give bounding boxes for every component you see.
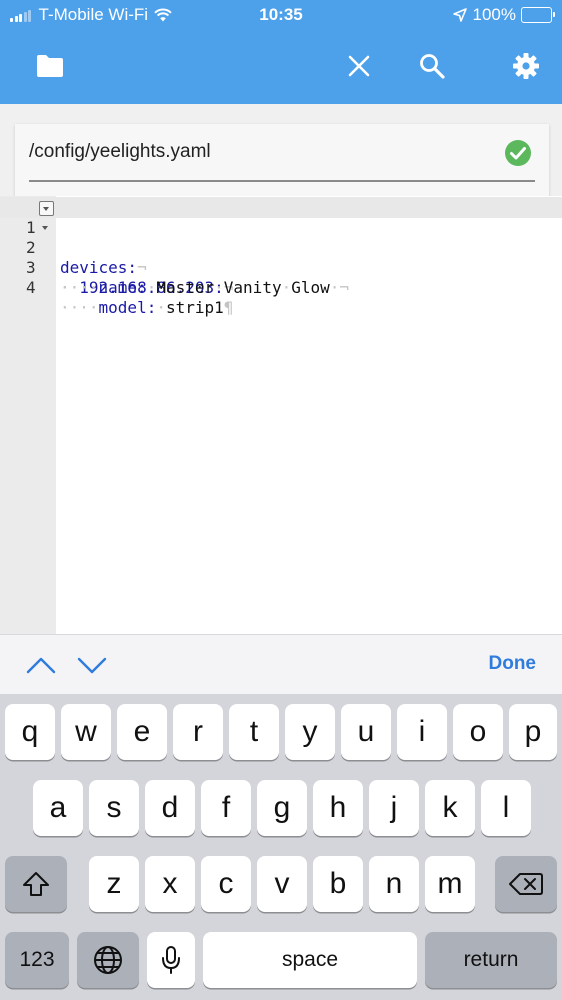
key-p[interactable]: p: [509, 704, 557, 760]
code-editor[interactable]: 1 devices:¬ 2 ··192.168.86.203:¬ 3 ····n…: [0, 196, 562, 634]
line-end-marker: ¶: [223, 298, 234, 317]
line-end-marker: ¬: [339, 278, 350, 297]
numbers-key[interactable]: 123: [5, 932, 69, 988]
key-k[interactable]: k: [425, 780, 475, 836]
check-circle-icon: [505, 140, 531, 166]
globe-key[interactable]: [77, 932, 139, 988]
yaml-value: strip1: [165, 298, 224, 317]
status-bar: T-Mobile Wi-Fi 10:35 100%: [0, 0, 562, 30]
key-q[interactable]: q: [5, 704, 55, 760]
shift-key[interactable]: [5, 856, 67, 912]
yaml-key: name:: [98, 278, 147, 297]
code-text: ····name:·Master·Vanity·Glow·¬: [60, 278, 350, 297]
app-bar: T-Mobile Wi-Fi 10:35 100%: [0, 0, 562, 104]
key-i[interactable]: i: [397, 704, 447, 760]
code-line[interactable]: 1 devices:¬: [0, 198, 562, 277]
key-n[interactable]: n: [369, 856, 419, 912]
key-f[interactable]: f: [201, 780, 251, 836]
backspace-key[interactable]: [495, 856, 557, 912]
battery-icon: [521, 7, 555, 23]
key-w[interactable]: w: [61, 704, 111, 760]
fold-arrow-icon[interactable]: [42, 226, 48, 230]
chevron-up-icon[interactable]: [23, 651, 59, 679]
key-u[interactable]: u: [341, 704, 391, 760]
code-line[interactable]: 4 ····model:·strip1¶: [0, 258, 562, 317]
battery-percent: 100%: [472, 5, 516, 24]
key-h[interactable]: h: [313, 780, 363, 836]
key-g[interactable]: g: [257, 780, 307, 836]
key-s[interactable]: s: [89, 780, 139, 836]
shift-arrow-icon: [23, 872, 49, 896]
microphone-key[interactable]: [147, 932, 195, 988]
keyboard: q w e r t y u i o p a s d f g h j k l z …: [0, 694, 562, 1000]
globe-icon: [94, 946, 122, 974]
key-x[interactable]: x: [145, 856, 195, 912]
file-path-underline: [29, 180, 535, 182]
code-text: ····model:·strip1¶: [60, 298, 234, 317]
status-right: 100%: [452, 5, 555, 25]
done-button[interactable]: Done: [489, 653, 537, 675]
key-z[interactable]: z: [89, 856, 139, 912]
keyboard-accessory-bar: Done: [0, 634, 562, 695]
microphone-icon: [162, 946, 180, 974]
search-icon[interactable]: [412, 46, 452, 86]
key-c[interactable]: c: [201, 856, 251, 912]
code-line[interactable]: 2 ··192.168.86.203:¬: [0, 218, 562, 297]
return-key[interactable]: return: [425, 932, 557, 988]
chevron-down-icon[interactable]: [74, 651, 110, 679]
settings-icon[interactable]: [506, 46, 546, 86]
backspace-icon: [509, 873, 543, 895]
location-arrow-icon: [452, 8, 467, 22]
key-b[interactable]: b: [313, 856, 363, 912]
close-icon[interactable]: [339, 46, 379, 86]
folder-icon[interactable]: [30, 46, 70, 86]
yaml-value: Master·Vanity·Glow: [156, 278, 330, 297]
key-y[interactable]: y: [285, 704, 335, 760]
line-number: 4: [26, 278, 36, 297]
fold-toggle-icon[interactable]: [39, 201, 54, 216]
key-e[interactable]: e: [117, 704, 167, 760]
key-o[interactable]: o: [453, 704, 503, 760]
code-line[interactable]: 3 ····name:·Master·Vanity·Glow·¬: [0, 238, 562, 297]
key-v[interactable]: v: [257, 856, 307, 912]
indent-dots: ····: [60, 298, 99, 317]
file-path-card: /config/yeelights.yaml: [15, 124, 549, 204]
file-path-field[interactable]: /config/yeelights.yaml: [29, 141, 211, 163]
space-key[interactable]: space: [203, 932, 417, 988]
key-l[interactable]: l: [481, 780, 531, 836]
key-d[interactable]: d: [145, 780, 195, 836]
indent-dots: ····: [60, 278, 99, 297]
key-a[interactable]: a: [33, 780, 83, 836]
key-j[interactable]: j: [369, 780, 419, 836]
key-r[interactable]: r: [173, 704, 223, 760]
key-m[interactable]: m: [425, 856, 475, 912]
key-t[interactable]: t: [229, 704, 279, 760]
yaml-key: model:: [98, 298, 157, 317]
